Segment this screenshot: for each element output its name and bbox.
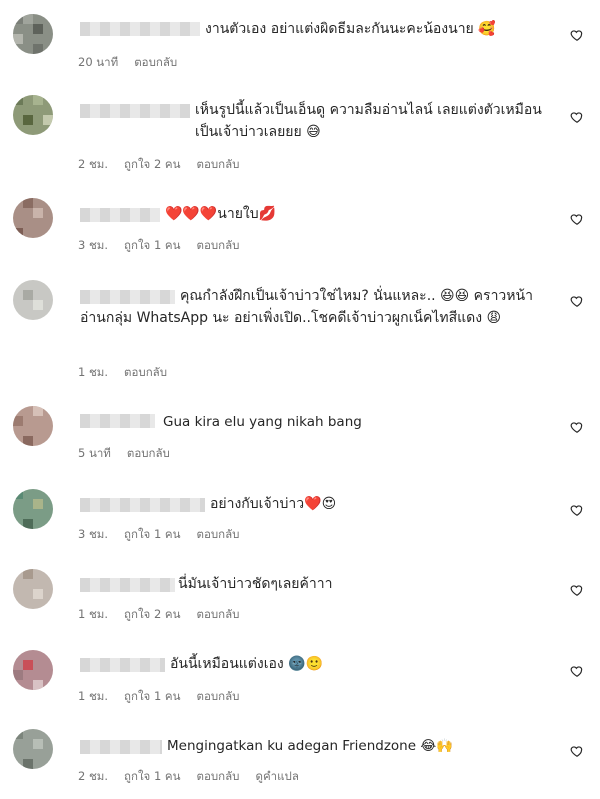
comment-text: คุณกำลังฝึกเป็นเจ้าบ่าวใช่ไหม? นั่นแหละ.… xyxy=(80,288,533,326)
heart-outline-icon[interactable] xyxy=(570,503,584,517)
comment-meta: 1 ชม. ถูกใจ 2 คน ตอบกลับ xyxy=(78,606,239,624)
likes-count[interactable]: ถูกใจ 1 คน xyxy=(124,237,180,255)
comment-text: Mengingatkan ku adegan Friendzone 😂🙌 xyxy=(167,738,453,754)
username-blurred[interactable] xyxy=(80,498,205,512)
avatar[interactable] xyxy=(13,198,53,238)
username-blurred[interactable] xyxy=(80,208,160,222)
comment-meta: 2 ชม. ถูกใจ 1 คน ตอบกลับ ดูคำแปล xyxy=(78,768,299,786)
likes-count[interactable]: ถูกใจ 1 คน xyxy=(124,688,180,706)
comment-text: นี่มันเจ้าบ่าวชัดๆเลยค้าาา xyxy=(178,576,333,592)
username-blurred[interactable] xyxy=(80,578,175,592)
avatar[interactable] xyxy=(13,650,53,690)
heart-outline-icon[interactable] xyxy=(570,28,584,42)
heart-outline-icon[interactable] xyxy=(570,294,584,308)
reply-button[interactable]: ตอบกลับ xyxy=(134,54,177,72)
comment-text: อย่างกับเจ้าบ่าว❤️😍 xyxy=(210,496,337,512)
comment-meta: 1 ชม. ถูกใจ 1 คน ตอบกลับ xyxy=(78,688,239,706)
reply-button[interactable]: ตอบกลับ xyxy=(196,688,239,706)
comment-text: เห็นรูปนี้แล้วเป็นเอ็นดู ความลืมอ่านไลน์… xyxy=(195,102,542,140)
comment-time[interactable]: 2 ชม. xyxy=(78,768,108,786)
comment-time[interactable]: 3 ชม. xyxy=(78,237,108,255)
comment-meta: 3 ชม. ถูกใจ 1 คน ตอบกลับ xyxy=(78,526,239,544)
comment-time[interactable]: 1 ชม. xyxy=(78,364,108,382)
heart-outline-icon[interactable] xyxy=(570,664,584,678)
avatar[interactable] xyxy=(13,729,53,769)
avatar[interactable] xyxy=(13,280,53,320)
avatar[interactable] xyxy=(13,489,53,529)
comment-text: Gua kira elu yang nikah bang xyxy=(163,414,362,430)
likes-count[interactable]: ถูกใจ 2 คน xyxy=(124,606,180,624)
comment-time[interactable]: 2 ชม. xyxy=(78,156,108,174)
comment-meta: 3 ชม. ถูกใจ 1 คน ตอบกลับ xyxy=(78,237,239,255)
avatar[interactable] xyxy=(13,406,53,446)
comment-meta: 2 ชม. ถูกใจ 2 คน ตอบกลับ xyxy=(78,156,239,174)
comment-meta: 1 ชม. ตอบกลับ xyxy=(78,364,167,382)
comment-text: งานตัวเอง อย่าแต่งผิดธีมละกันนะคะน้องนาย… xyxy=(205,21,496,37)
heart-outline-icon[interactable] xyxy=(570,420,584,434)
avatar[interactable] xyxy=(13,14,53,54)
heart-outline-icon[interactable] xyxy=(570,583,584,597)
heart-outline-icon[interactable] xyxy=(570,110,584,124)
likes-count[interactable]: ถูกใจ 1 คน xyxy=(124,526,180,544)
reply-button[interactable]: ตอบกลับ xyxy=(196,768,239,786)
comment-time[interactable]: 1 ชม. xyxy=(78,606,108,624)
avatar[interactable] xyxy=(13,95,53,135)
comment-time[interactable]: 3 ชม. xyxy=(78,526,108,544)
comment-text: อันนี้เหมือนแต่งเอง 🌚🙂 xyxy=(170,656,324,672)
avatar[interactable] xyxy=(13,569,53,609)
heart-outline-icon[interactable] xyxy=(570,744,584,758)
username-blurred[interactable] xyxy=(80,414,155,428)
username-blurred[interactable] xyxy=(80,104,190,118)
reply-button[interactable]: ตอบกลับ xyxy=(196,526,239,544)
username-blurred[interactable] xyxy=(80,658,165,672)
reply-button[interactable]: ตอบกลับ xyxy=(124,364,167,382)
reply-button[interactable]: ตอบกลับ xyxy=(196,606,239,624)
comment-time[interactable]: 5 นาที xyxy=(78,445,111,463)
comment-time[interactable]: 20 นาที xyxy=(78,54,118,72)
reply-button[interactable]: ตอบกลับ xyxy=(127,445,170,463)
likes-count[interactable]: ถูกใจ 1 คน xyxy=(124,768,180,786)
comment-time[interactable]: 1 ชม. xyxy=(78,688,108,706)
reply-button[interactable]: ตอบกลับ xyxy=(196,237,239,255)
likes-count[interactable]: ถูกใจ 2 คน xyxy=(124,156,180,174)
username-blurred[interactable] xyxy=(80,22,200,36)
heart-outline-icon[interactable] xyxy=(570,212,584,226)
username-blurred[interactable] xyxy=(80,740,162,754)
reply-button[interactable]: ตอบกลับ xyxy=(196,156,239,174)
comment-meta: 20 นาที ตอบกลับ xyxy=(78,54,177,72)
translate-button[interactable]: ดูคำแปล xyxy=(255,768,298,786)
comment-meta: 5 นาที ตอบกลับ xyxy=(78,445,170,463)
comment-text: ❤️❤️❤️นายใบ💋 xyxy=(165,206,277,222)
